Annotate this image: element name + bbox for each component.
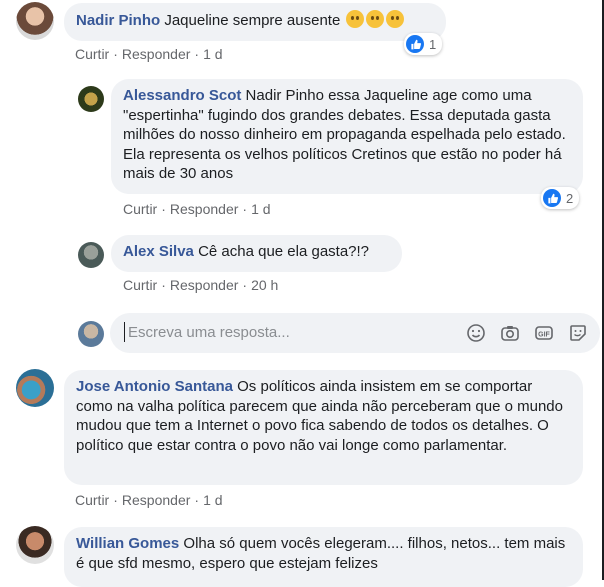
reply-input[interactable]: [126, 323, 460, 342]
avatar[interactable]: [16, 2, 54, 40]
like-link[interactable]: Curtir: [123, 277, 157, 293]
like-link[interactable]: Curtir: [123, 201, 157, 217]
text-cursor: [124, 322, 125, 342]
like-link[interactable]: Curtir: [75, 46, 109, 62]
reaction-count[interactable]: 2: [541, 187, 580, 209]
avatar[interactable]: [78, 242, 104, 268]
sticker-icon[interactable]: [568, 323, 588, 343]
thumbs-up-icon: [543, 189, 561, 207]
comment-author[interactable]: Alessandro Scot: [123, 87, 241, 104]
reply-link[interactable]: Responder: [122, 492, 191, 508]
comment-author[interactable]: Alex Silva: [123, 243, 194, 260]
comment-author[interactable]: Jose Antonio Santana: [76, 378, 233, 395]
thinking-face-icon: [366, 10, 385, 28]
reply-composer: GIF: [110, 313, 600, 353]
comment-author[interactable]: Willian Gomes: [76, 535, 179, 552]
comment-text: Cê acha que ela gasta?!?: [198, 243, 370, 260]
gif-icon[interactable]: GIF: [534, 323, 554, 343]
avatar[interactable]: [16, 526, 54, 564]
smiley-icon[interactable]: [466, 323, 486, 343]
reply-link[interactable]: Responder: [122, 46, 191, 62]
comment-actions: Curtir · Responder · 1 d: [123, 201, 271, 217]
like-link[interactable]: Curtir: [75, 492, 109, 508]
timestamp[interactable]: 20 h: [251, 277, 278, 293]
comment-text: Jaqueline sempre ausente: [164, 12, 341, 29]
comment-actions: Curtir · Responder · 1 d: [75, 46, 223, 62]
comment-bubble: Alessandro Scot Nadir Pinho essa Jaqueli…: [111, 79, 583, 194]
timestamp[interactable]: 1 d: [203, 492, 222, 508]
comment-bubble: Jose Antonio Santana Os políticos ainda …: [64, 370, 583, 485]
comment-bubble: Alex Silva Cê acha que ela gasta?!?: [111, 235, 402, 272]
comment-actions: Curtir · Responder · 20 h: [123, 277, 279, 293]
comment-bubble: Nadir Pinho Jaqueline sempre ausente: [64, 3, 446, 41]
comment-bubble: Willian Gomes Olha só quem vocês elegera…: [64, 527, 583, 587]
timestamp[interactable]: 1 d: [251, 201, 270, 217]
thinking-face-icon: [386, 10, 405, 28]
reply-link[interactable]: Responder: [170, 201, 239, 217]
reaction-number: 2: [566, 190, 574, 206]
thumbs-up-icon: [406, 35, 424, 53]
reaction-number: 1: [429, 36, 437, 52]
timestamp[interactable]: 1 d: [203, 46, 222, 62]
comment-author[interactable]: Nadir Pinho: [76, 12, 160, 29]
comment-actions: Curtir · Responder · 1 d: [75, 492, 223, 508]
reaction-count[interactable]: 1: [404, 33, 443, 55]
avatar[interactable]: [16, 369, 54, 407]
reply-link[interactable]: Responder: [170, 277, 239, 293]
current-user-avatar: [78, 321, 104, 347]
camera-icon[interactable]: [500, 323, 520, 343]
avatar[interactable]: [78, 86, 104, 112]
svg-text:GIF: GIF: [538, 332, 550, 339]
thinking-face-icon: [346, 10, 365, 28]
